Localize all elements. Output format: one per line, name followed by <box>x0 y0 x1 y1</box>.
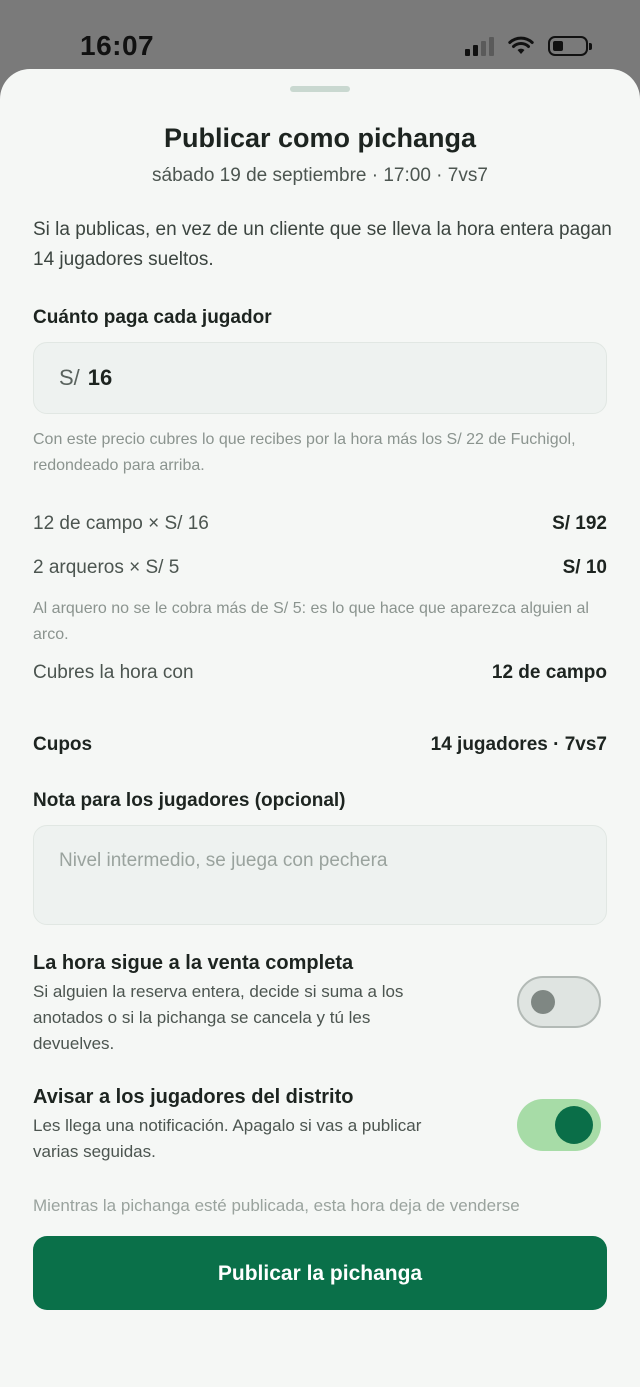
cover-row: Cubres la hora con 12 de campo <box>33 659 607 687</box>
notify-district-toggle[interactable] <box>517 1099 601 1151</box>
sheet-subtitle: sábado 19 de septiembre · 17:00 · 7vs7 <box>152 165 488 186</box>
price-input[interactable]: S/ 16 <box>33 342 607 414</box>
battery-icon <box>548 36 592 56</box>
setting-full-sale-title: La hora sigue a la venta completa <box>33 952 354 974</box>
goalkeeper-help-text: Al arquero no se le cobra más de S/ 5: e… <box>33 600 589 643</box>
goalkeepers-label: 2 arqueros × S/ 5 <box>33 557 180 578</box>
spots-value: 14 jugadores · 7vs7 <box>430 734 607 755</box>
sheet-title: Publicar como pichanga <box>163 123 477 153</box>
wifi-icon <box>508 36 534 54</box>
price-help-text: Con este precio cubres lo que recibes po… <box>33 431 576 474</box>
note-placeholder: Nivel intermedio, se juega con pechera <box>59 850 388 871</box>
toggle-knob <box>555 1106 593 1144</box>
publish-button[interactable]: Publicar la pichanga <box>33 1236 607 1310</box>
toggle-knob <box>531 990 555 1014</box>
full-sale-toggle[interactable] <box>517 976 601 1028</box>
currency-prefix: S/ <box>59 365 80 390</box>
setting-full-sale: La hora sigue a la venta completa Si alg… <box>33 952 607 1062</box>
status-bar: 16:07 <box>0 0 640 70</box>
status-icons <box>465 36 592 56</box>
note-textarea[interactable]: Nivel intermedio, se juega con pechera <box>33 825 607 925</box>
setting-notify-district: Avisar a los jugadores del distrito Les … <box>33 1086 607 1176</box>
sheet-grabber[interactable] <box>290 86 350 92</box>
setting-full-sale-desc: Si alguien la reserva entera, decide si … <box>33 982 404 1053</box>
spots-row: Cupos 14 jugadores · 7vs7 <box>33 731 607 759</box>
note-label: Nota para los jugadores (opcional) <box>33 790 346 811</box>
goalkeepers-row: 2 arqueros × S/ 5 S/ 10 <box>33 554 607 582</box>
bottom-sheet: Publicar como pichanga sábado 19 de sept… <box>0 69 640 1387</box>
setting-notify-district-desc: Les llega una notificación. Apagalo si v… <box>33 1116 422 1161</box>
setting-notify-district-title: Avisar a los jugadores del distrito <box>33 1086 354 1108</box>
field-players-total: S/ 192 <box>552 513 607 534</box>
field-players-row: 12 de campo × S/ 16 S/ 192 <box>33 510 607 538</box>
signal-icon <box>465 36 494 56</box>
field-players-label: 12 de campo × S/ 16 <box>33 513 209 534</box>
price-label: Cuánto paga cada jugador <box>33 307 272 328</box>
price-value: 16 <box>87 365 113 390</box>
goalkeepers-total: S/ 10 <box>562 557 607 578</box>
cover-value: 12 de campo <box>491 662 607 683</box>
spots-label: Cupos <box>33 734 93 755</box>
status-time: 16:07 <box>80 30 155 61</box>
intro-text: Si la publicas, en vez de un cliente que… <box>33 219 612 270</box>
cover-label: Cubres la hora con <box>33 662 194 683</box>
